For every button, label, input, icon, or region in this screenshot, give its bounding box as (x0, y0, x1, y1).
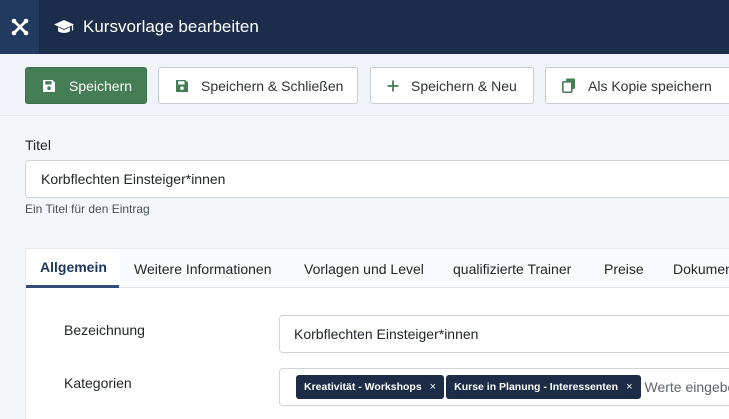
tab-weitere-informationen[interactable]: Weitere Informationen (134, 249, 271, 288)
title-input-value: Korbflechten Einsteiger*innen (41, 171, 226, 187)
tab-bar: Allgemein Weitere Informationen Vorlagen… (26, 249, 729, 288)
floppy-disk-icon (42, 79, 56, 93)
category-chip: Kreativität - Workshops × (296, 375, 445, 399)
save-button[interactable]: Speichern (25, 67, 147, 104)
tab-qualifizierte-trainer[interactable]: qualifizierte Trainer (453, 249, 571, 288)
category-chip-label: Kurse in Planung - Interessenten (454, 381, 619, 393)
kategorien-label: Kategorien (64, 375, 132, 391)
tab-dokumente[interactable]: Dokumente (673, 249, 729, 288)
save-button-label: Speichern (69, 77, 133, 94)
save-and-new-label: Speichern & Neu (411, 77, 517, 94)
save-and-new-button[interactable]: Speichern & Neu (370, 67, 534, 104)
tab-allgemein[interactable]: Allgemein (26, 249, 119, 288)
chip-remove-icon[interactable]: × (626, 381, 632, 393)
page-title-text: Kursvorlage bearbeiten (83, 17, 259, 36)
category-chip: Kurse in Planung - Interessenten × (446, 375, 641, 399)
graduation-cap-icon (53, 19, 75, 35)
kategorien-placeholder: Werte eingeben (644, 379, 729, 395)
kategorien-input[interactable]: Kreativität - Workshops × Kurse in Planu… (279, 368, 729, 406)
page-title: Kursvorlage bearbeiten (53, 17, 259, 37)
bezeichnung-label: Bezeichnung (64, 322, 145, 338)
joomla-logo-icon[interactable] (0, 0, 39, 54)
top-header-bar: Kursvorlage bearbeiten (0, 0, 729, 54)
tab-vorlagen-und-level[interactable]: Vorlagen und Level (304, 249, 424, 288)
copy-icon (562, 78, 576, 93)
category-chip-label: Kreativität - Workshops (304, 381, 422, 393)
title-field-label: Titel (25, 137, 51, 153)
floppy-disk-icon (175, 79, 189, 93)
toolbar: Speichern Speichern & Schließen Speicher… (0, 54, 729, 116)
title-input[interactable]: Korbflechten Einsteiger*innen (25, 160, 729, 198)
plus-icon (387, 80, 399, 92)
title-field-hint: Ein Titel für den Eintrag (25, 202, 150, 216)
save-and-close-label: Speichern & Schließen (201, 77, 344, 94)
tab-preise[interactable]: Preise (604, 249, 644, 288)
save-and-close-button[interactable]: Speichern & Schließen (158, 67, 358, 104)
form-panel: Allgemein Weitere Informationen Vorlagen… (25, 248, 729, 419)
save-as-copy-button[interactable]: Als Kopie speichern (545, 67, 729, 104)
chip-remove-icon[interactable]: × (430, 381, 436, 393)
bezeichnung-input[interactable]: Korbflechten Einsteiger*innen (279, 315, 729, 353)
bezeichnung-value: Korbflechten Einsteiger*innen (294, 326, 479, 342)
save-as-copy-label: Als Kopie speichern (588, 77, 712, 94)
